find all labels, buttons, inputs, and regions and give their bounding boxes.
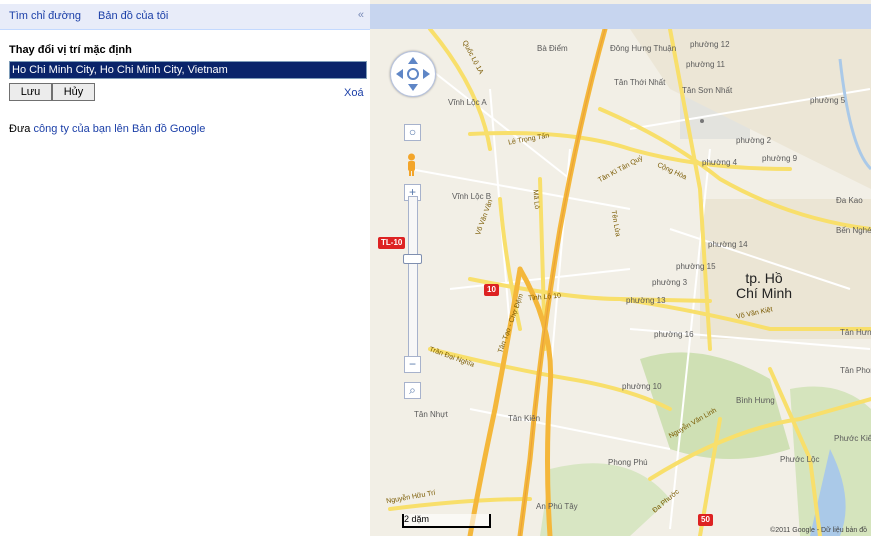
pan-center-icon[interactable] <box>407 68 419 80</box>
route-shield: TL-10 <box>378 237 406 249</box>
place-label: phường 16 <box>654 330 694 339</box>
place-label: Vĩnh Lộc B <box>452 192 492 201</box>
zoom-out-button[interactable]: − <box>404 356 421 373</box>
place-label: Bến Nghé <box>836 226 871 235</box>
city-label: tp. Hồ Chí Minh <box>736 271 792 301</box>
place-label: phường 11 <box>686 60 725 69</box>
tab-my-maps[interactable]: Bản đồ của tôi <box>98 10 168 22</box>
city-label-line1: tp. Hồ <box>745 270 783 286</box>
collapse-panel-button[interactable]: « <box>358 9 364 21</box>
place-label: Tân Phong <box>840 366 871 375</box>
place-label: phường 5 <box>810 96 846 105</box>
place-label: Tân Hưng <box>840 328 871 337</box>
pan-left-icon[interactable] <box>396 69 403 79</box>
promo-prefix: Đưa <box>9 123 34 135</box>
route-shield: 50 <box>698 514 713 526</box>
place-label: phường 14 <box>708 240 748 249</box>
place-label: phường 10 <box>622 382 662 391</box>
place-label: phường 3 <box>652 278 688 287</box>
place-label: Phong Phú <box>608 458 648 467</box>
place-label: Phước Lộc <box>780 455 820 464</box>
place-label: Tân Nhựt <box>414 410 448 419</box>
place-label: phường 2 <box>736 136 772 145</box>
place-label: phường 4 <box>702 158 738 167</box>
add-business-link[interactable]: công ty của bạn lên Bản đồ Google <box>33 123 205 135</box>
place-label: Bà Điểm <box>537 44 568 53</box>
route-shield: 10 <box>484 284 499 296</box>
map-canvas[interactable]: Bà Điểm Đông Hưng Thuận Tân Thới Nhất Tâ… <box>370 0 871 536</box>
sidebar-tab-bar: Tìm chỉ đường Bản đồ của tôi « <box>0 4 370 30</box>
pan-right-icon[interactable] <box>423 69 430 79</box>
save-button[interactable]: Lưu <box>9 83 52 101</box>
map-top-bar <box>370 4 871 29</box>
magnifier-icon[interactable]: ⌕ <box>404 382 421 399</box>
place-label: Tân Sơn Nhất <box>682 86 733 95</box>
place-label: phường 9 <box>762 154 798 163</box>
place-label: Bình Hưng <box>736 396 775 405</box>
sidebar-panel: Tìm chỉ đường Bản đồ của tôi « Thay đổi … <box>0 0 370 536</box>
scale-bar: 2 dặm <box>402 514 491 528</box>
map-copyright: ©2011 Google - Dữ liệu bản đồ <box>770 527 867 534</box>
place-label: phường 13 <box>626 296 666 305</box>
default-location-title: Thay đổi vị trí mặc định <box>9 44 132 56</box>
place-label: Tân Thới Nhất <box>614 78 666 87</box>
city-label-line2: Chí Minh <box>736 285 793 301</box>
compass-reset-icon[interactable]: ○ <box>404 124 421 141</box>
place-label: An Phú Tây <box>536 502 578 511</box>
pan-up-icon[interactable] <box>408 57 418 64</box>
delete-link[interactable]: Xoá <box>344 87 364 99</box>
pegman-icon[interactable] <box>405 153 418 177</box>
place-label: phường 12 <box>690 40 730 49</box>
pan-control[interactable] <box>390 51 436 97</box>
zoom-slider-track[interactable] <box>408 196 418 358</box>
pan-down-icon[interactable] <box>408 84 418 91</box>
scale-label: 2 dặm <box>404 514 430 524</box>
place-label: Đông Hưng Thuận <box>610 44 677 53</box>
business-promo: Đưa công ty của bạn lên Bản đồ Google <box>9 123 205 135</box>
place-label: Phước Kiển <box>834 434 871 443</box>
default-location-input[interactable] <box>9 61 367 79</box>
pan-arrows-icon <box>396 57 430 91</box>
zoom-slider-thumb[interactable] <box>403 254 422 264</box>
place-label: Đa Kao <box>836 196 863 205</box>
tab-directions[interactable]: Tìm chỉ đường <box>9 10 81 22</box>
place-label: Tân Kiên <box>508 414 541 423</box>
place-label: Vĩnh Lộc A <box>448 98 487 107</box>
cancel-button[interactable]: Hủy <box>52 83 95 101</box>
place-label: phường 15 <box>676 262 716 271</box>
